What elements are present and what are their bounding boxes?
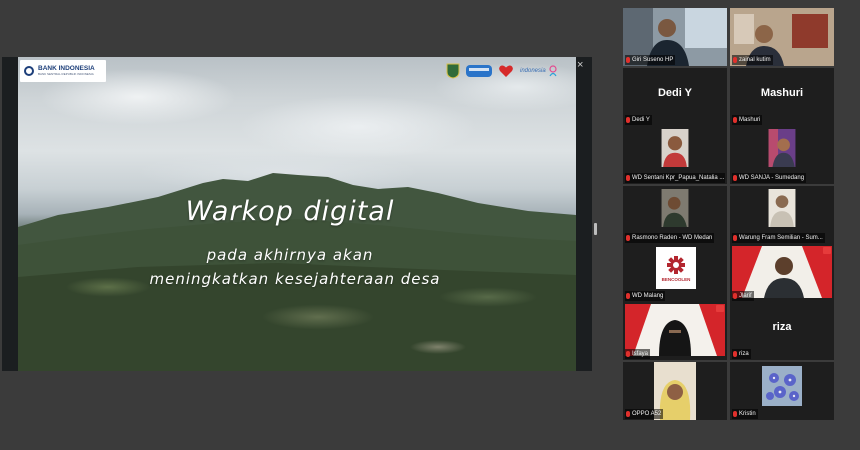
participant-tile[interactable]: Rasmono Raden - WD Medan <box>623 186 727 244</box>
participant-tile[interactable]: BENCOOLEN WD Malang <box>623 244 727 302</box>
participant-logo-text: BENCOOLEN <box>661 276 691 282</box>
org-tagline: BANK SENTRAL REPUBLIK INDONESIA <box>38 72 94 77</box>
participant-name: Warung Fram Semilian - Sum... <box>739 235 823 241</box>
slide-subtitle-line1: pada akhirnya akan <box>206 246 374 264</box>
wonderful-indonesia-text: indonesia <box>520 68 546 74</box>
zoom-meeting-window: BANK INDONESIA BANK SENTRAL REPUBLIK IND… <box>0 0 860 450</box>
program-badge-icon <box>466 65 492 77</box>
participant-name: WD SANJA - Sumedang <box>739 175 805 181</box>
muted-mic-icon <box>733 351 737 357</box>
partner-logos: indonesia <box>446 63 558 79</box>
muted-mic-icon <box>733 57 737 63</box>
slide-subtitle-line2: meningkatkan kesejahteraan desa <box>149 270 441 288</box>
participant-name: Isfaya <box>632 351 649 357</box>
participant-name: OPPO A52 <box>632 411 662 417</box>
bank-indonesia-emblem-icon <box>24 66 34 76</box>
participant-video <box>768 189 796 227</box>
panel-resize-handle[interactable] <box>594 223 597 235</box>
participant-name: Rasmono Raden - WD Medan <box>632 235 713 241</box>
participant-video <box>768 129 796 167</box>
participant-video <box>661 129 689 167</box>
participant-tile[interactable]: Dedi Y Dedi Y <box>623 68 727 126</box>
wonderful-indonesia-logo: indonesia <box>520 65 558 77</box>
muted-mic-icon <box>733 175 737 181</box>
close-share-icon[interactable]: × <box>577 60 583 71</box>
participant-tile[interactable]: Giri Suseno HP <box>623 8 727 66</box>
muted-mic-icon <box>626 411 630 417</box>
bank-indonesia-logo: BANK INDONESIA BANK SENTRAL REPUBLIK IND… <box>20 60 106 82</box>
muted-mic-icon <box>626 57 630 63</box>
bencoolen-logo-icon <box>667 255 685 274</box>
muted-mic-icon <box>733 235 737 241</box>
muted-mic-icon <box>626 175 630 181</box>
participant-video <box>762 366 802 406</box>
participant-name: Dedi Y <box>632 117 650 123</box>
participant-name: Jlarif <box>739 293 752 299</box>
participant-tile[interactable]: zainal kutim <box>730 8 834 66</box>
participant-logo-video: BENCOOLEN <box>656 247 696 289</box>
participant-name: Mashuri <box>739 117 761 123</box>
participant-name: WD Sentani Kpr_Papua_Natalia ... <box>632 175 725 181</box>
garuda-swirl-icon <box>549 65 557 77</box>
spotlight-badge-icon <box>716 305 724 312</box>
slide-title: Warkop digital <box>185 196 395 227</box>
participant-display-name: riza <box>772 321 792 333</box>
participant-tile[interactable]: Isfaya <box>623 302 727 360</box>
participant-gallery: Giri Suseno HP zainal kutim Dedi Y Dedi … <box>623 8 836 420</box>
participant-tile[interactable]: WD SANJA - Sumedang <box>730 126 834 184</box>
province-crest-icon <box>446 63 460 79</box>
participant-tile[interactable]: Kristin <box>730 362 834 420</box>
muted-mic-icon <box>626 235 630 241</box>
participant-tile[interactable]: OPPO A52 <box>623 362 727 420</box>
participant-tile[interactable]: Mashuri Mashuri <box>730 68 834 126</box>
muted-mic-icon <box>733 117 737 123</box>
participant-name: riza <box>739 351 749 357</box>
participant-name: zainal kutim <box>739 57 771 63</box>
participant-display-name: Dedi Y <box>657 87 693 99</box>
participant-tile[interactable]: WD Sentani Kpr_Papua_Natalia ... <box>623 126 727 184</box>
participant-tile[interactable]: Warung Fram Semilian - Sum... <box>730 186 834 244</box>
participant-name: Giri Suseno HP <box>632 57 674 63</box>
muted-mic-icon <box>733 411 737 417</box>
muted-mic-icon <box>626 117 630 123</box>
muted-mic-icon <box>626 293 630 299</box>
brand-heart-icon <box>499 65 513 77</box>
participant-tile[interactable]: Jlarif <box>730 244 834 302</box>
participant-video <box>661 189 689 227</box>
participant-display-name: Mashuri <box>760 87 804 99</box>
participant-tile[interactable]: riza riza <box>730 302 834 360</box>
participant-name: WD Malang <box>632 293 664 299</box>
muted-mic-icon <box>626 351 630 357</box>
spotlight-badge-icon <box>823 247 831 254</box>
participant-name: Kristin <box>739 411 756 417</box>
muted-mic-icon <box>733 293 737 299</box>
